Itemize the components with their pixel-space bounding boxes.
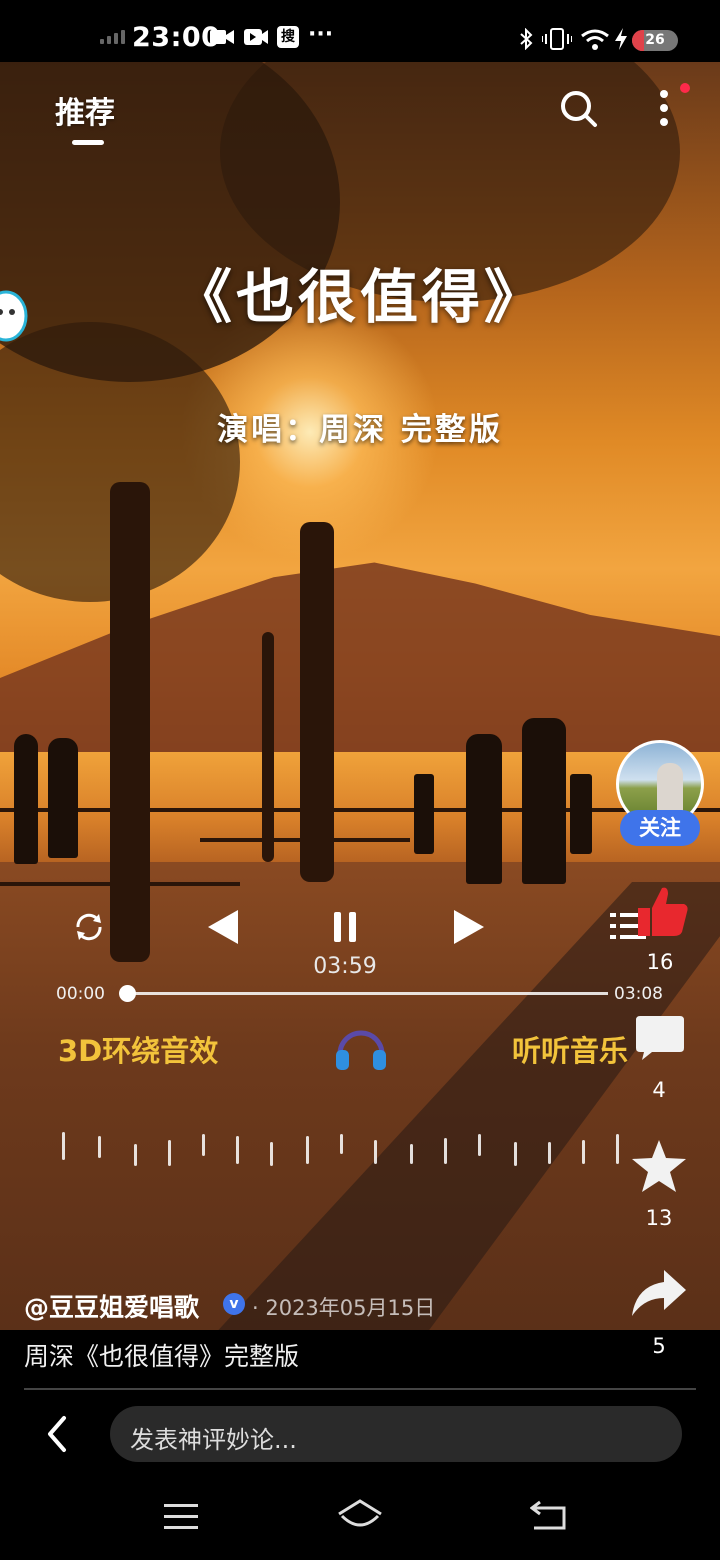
search-icon[interactable] bbox=[558, 88, 598, 128]
menu-icon[interactable] bbox=[164, 1502, 198, 1532]
camera-icon bbox=[210, 30, 234, 44]
tab-indicator bbox=[72, 140, 104, 145]
railing-chain bbox=[0, 808, 720, 812]
song-title: 《也很值得》 bbox=[173, 263, 546, 331]
mascot-icon[interactable] bbox=[0, 290, 30, 344]
system-nav-bar bbox=[0, 1480, 720, 1560]
progress-bar[interactable] bbox=[126, 992, 608, 995]
bollard bbox=[570, 774, 592, 854]
back-nav-icon[interactable] bbox=[530, 1500, 568, 1532]
battery-indicator: 26 bbox=[632, 30, 678, 51]
headphone-icon[interactable] bbox=[334, 1020, 388, 1072]
railing-fence bbox=[200, 838, 410, 842]
audio-waveform bbox=[62, 1130, 632, 1170]
listen-music-label[interactable]: 听听音乐 bbox=[512, 1028, 628, 1070]
next-icon[interactable] bbox=[452, 908, 488, 946]
video-icon bbox=[244, 29, 268, 45]
lamp-post bbox=[262, 632, 274, 862]
verified-icon: v bbox=[223, 1293, 245, 1315]
share-icon[interactable] bbox=[630, 1268, 688, 1318]
follow-button[interactable]: 关注 bbox=[620, 810, 700, 846]
person-silhouette bbox=[522, 718, 566, 884]
lake-water bbox=[0, 752, 720, 862]
back-arrow-icon[interactable] bbox=[40, 1414, 76, 1454]
progress-knob[interactable] bbox=[119, 985, 136, 1002]
vibrate-icon bbox=[542, 28, 572, 50]
pause-icon[interactable] bbox=[332, 910, 358, 944]
bollard bbox=[414, 774, 434, 854]
more-notifications: ··· bbox=[308, 22, 334, 47]
total-time: 03:08 bbox=[614, 984, 663, 1004]
like-icon[interactable] bbox=[634, 884, 690, 938]
divider bbox=[24, 1388, 696, 1390]
person-silhouette bbox=[14, 734, 38, 864]
person-silhouette bbox=[466, 734, 502, 884]
track-duration: 03:59 bbox=[313, 954, 377, 979]
notification-dot bbox=[680, 83, 690, 93]
author-name[interactable]: @豆豆姐爱唱歌 bbox=[24, 1288, 199, 1324]
tree-trunk-left bbox=[110, 482, 150, 962]
comment-input[interactable]: 发表神评妙论... bbox=[110, 1406, 682, 1462]
comment-icon[interactable] bbox=[634, 1012, 686, 1062]
elapsed-time: 00:00 bbox=[56, 984, 105, 1004]
previous-icon[interactable] bbox=[204, 908, 240, 946]
person-silhouette bbox=[48, 738, 78, 858]
favorite-star-icon[interactable] bbox=[630, 1138, 688, 1194]
tree-trunk-right bbox=[300, 522, 334, 882]
comment-count: 4 bbox=[652, 1078, 666, 1102]
like-count: 16 bbox=[646, 950, 674, 974]
status-bar: 23:00 搜 ··· 26 bbox=[0, 0, 720, 62]
post-date: · 2023年05月15日 bbox=[252, 1296, 436, 1320]
bluetooth-icon bbox=[520, 28, 533, 50]
search-badge-icon: 搜 bbox=[277, 26, 299, 48]
charging-icon bbox=[615, 28, 627, 50]
status-time: 23:00 bbox=[132, 22, 221, 53]
share-count: 5 bbox=[652, 1334, 666, 1358]
song-subtitle: 演唱：周深 完整版 bbox=[217, 412, 503, 448]
comment-placeholder: 发表神评妙论... bbox=[130, 1426, 297, 1454]
repeat-icon[interactable] bbox=[72, 910, 106, 944]
battery-level: 26 bbox=[645, 32, 665, 48]
tab-recommended[interactable]: 推荐 bbox=[55, 88, 115, 132]
signal-icon bbox=[100, 30, 125, 44]
home-icon[interactable] bbox=[336, 1498, 384, 1532]
wifi-icon bbox=[581, 29, 609, 50]
favorite-count: 13 bbox=[645, 1206, 673, 1230]
sound-effect-label[interactable]: 3D环绕音效 bbox=[58, 1028, 218, 1070]
railing-fence-left bbox=[0, 882, 240, 886]
more-vert-icon[interactable] bbox=[652, 86, 676, 130]
post-caption[interactable]: 周深《也很值得》完整版 bbox=[24, 1337, 299, 1373]
